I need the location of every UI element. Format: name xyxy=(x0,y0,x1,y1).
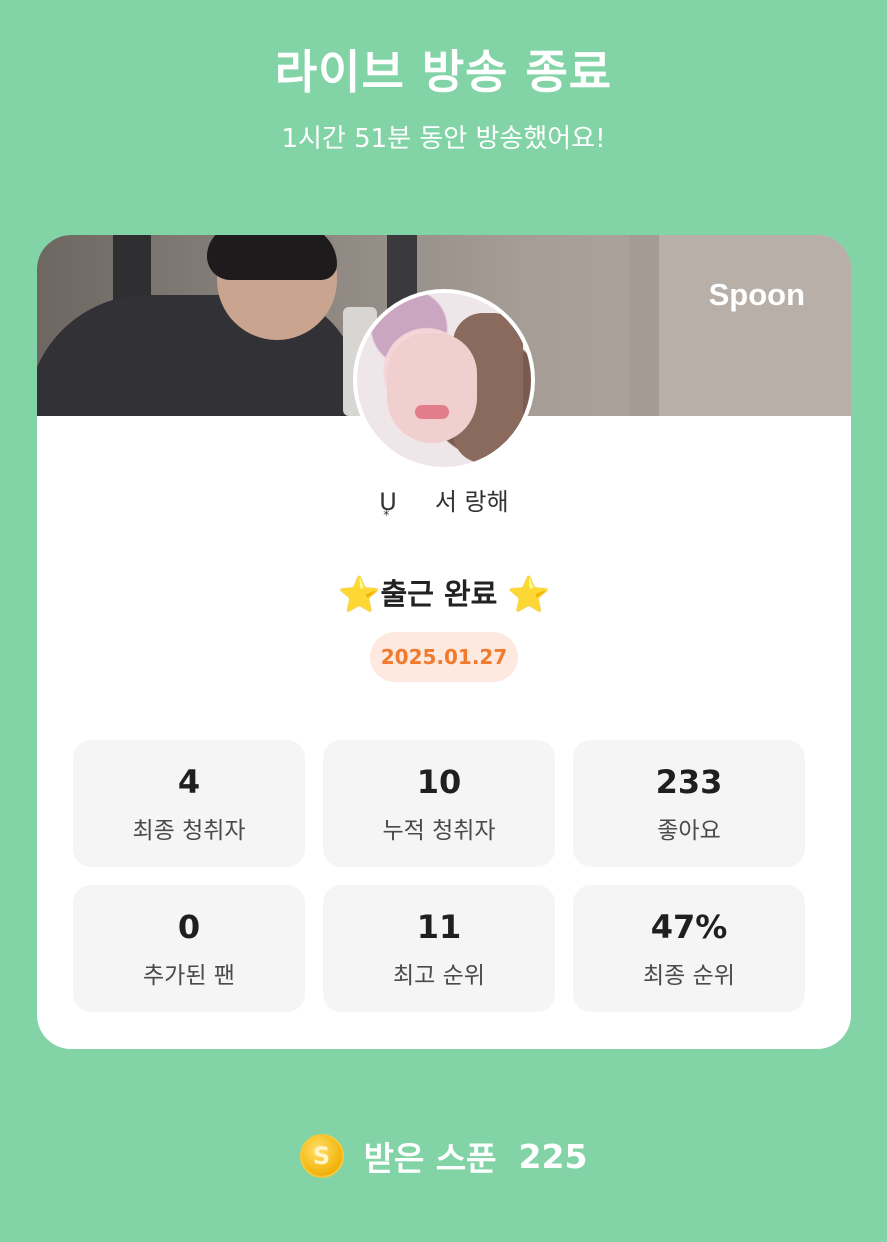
broadcast-summary-card: Spoon U서 랑해 ⭐출근 완료 ⭐ 2025.01.27 4 최종 청취자… xyxy=(37,235,851,1049)
stat-label: 추가된 팬 xyxy=(143,962,235,989)
username-prefix: U xyxy=(379,488,397,522)
stat-value: 4 xyxy=(177,762,201,801)
username: U 서 랑해 xyxy=(37,482,851,522)
stat-final-rank: 47% 최종 순위 xyxy=(573,885,805,1012)
coin-icon: S xyxy=(299,1134,344,1178)
stat-value: 0 xyxy=(177,907,201,946)
stat-value: 11 xyxy=(416,907,462,946)
star-icon: ⭐ xyxy=(507,575,550,615)
stat-label: 최고 순위 xyxy=(393,962,485,989)
stat-new-fans: 0 추가된 팬 xyxy=(73,885,305,1012)
username-text: 서 랑해 xyxy=(434,488,509,516)
spoon-logo: Spoon xyxy=(708,277,805,312)
stat-likes: 233 좋아요 xyxy=(573,740,805,867)
stat-label: 누적 청취자 xyxy=(382,817,496,844)
stat-value: 47% xyxy=(650,907,728,946)
stat-label: 최종 순위 xyxy=(643,962,735,989)
stat-value: 233 xyxy=(655,762,723,801)
avatar xyxy=(353,289,535,471)
broadcast-duration: 1시간 51분 동안 방송했어요! xyxy=(281,124,606,154)
spoons-label: 받은 스푼 xyxy=(363,1139,497,1178)
checkin-status: ⭐출근 완료 ⭐ xyxy=(37,571,851,615)
stat-label: 좋아요 xyxy=(657,817,721,844)
stat-value: 10 xyxy=(416,762,462,801)
checkin-label: 출근 완료 xyxy=(380,577,498,611)
page-title: 라이브 방송 종료 xyxy=(274,45,613,99)
star-icon: ⭐ xyxy=(338,575,381,615)
stats-grid: 4 최종 청취자 10 누적 청취자 233 좋아요 0 추가된 팬 11 최고… xyxy=(73,740,806,1012)
spoons-value: 225 xyxy=(518,1136,588,1176)
stat-total-listeners: 10 누적 청취자 xyxy=(323,740,555,867)
date-badge: 2025.01.27 xyxy=(370,632,518,682)
received-spoons: S 받은 스푼 225 xyxy=(0,1132,887,1180)
stat-best-rank: 11 최고 순위 xyxy=(323,885,555,1012)
stat-final-listeners: 4 최종 청취자 xyxy=(73,740,305,867)
stat-label: 최종 청취자 xyxy=(132,817,246,844)
